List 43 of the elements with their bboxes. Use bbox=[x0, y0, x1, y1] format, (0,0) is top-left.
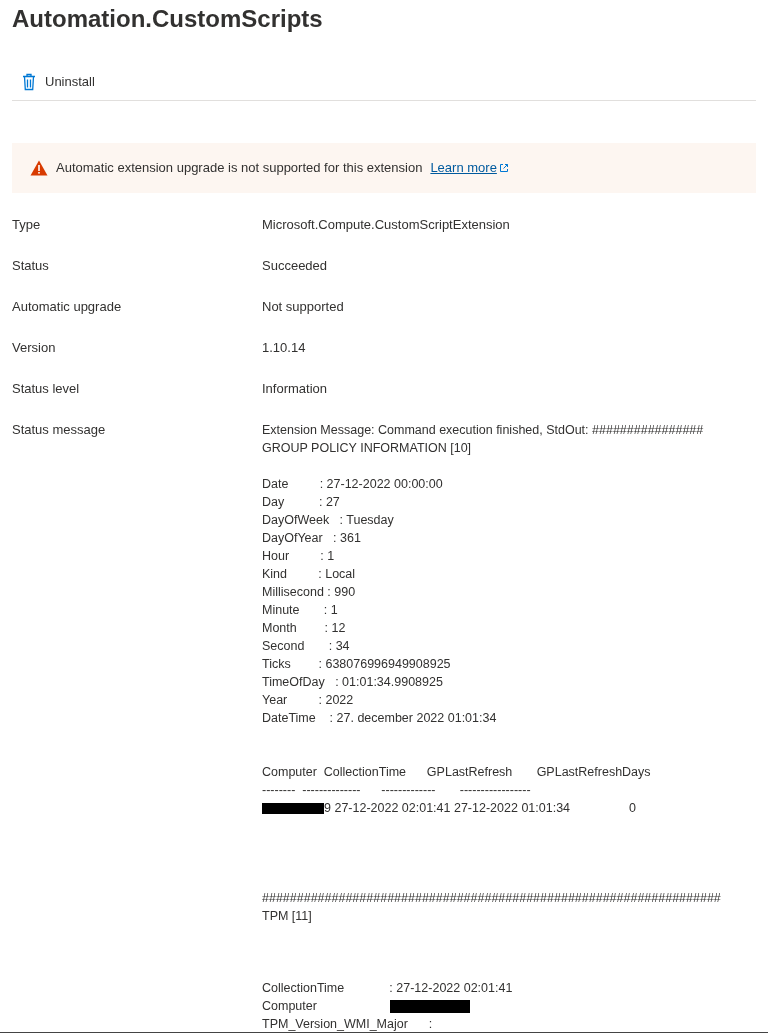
message-line: GROUP POLICY INFORMATION [10] bbox=[262, 440, 473, 457]
message-line: TPM [11] bbox=[262, 908, 313, 925]
message-line: Second : 34 bbox=[262, 638, 351, 655]
property-value: Succeeded bbox=[262, 257, 328, 275]
property-label: Status level bbox=[11, 380, 81, 398]
message-line: Ticks : 638076996949908925 bbox=[262, 656, 452, 673]
message-line: Computer bbox=[262, 998, 318, 1015]
redaction-bar bbox=[262, 802, 324, 814]
message-line: Day : 27 bbox=[262, 494, 341, 511]
property-label: Version bbox=[11, 339, 57, 357]
message-line: CollectionTime : 27-12-2022 02:01:41 bbox=[262, 980, 514, 997]
property-value: 1.10.14 bbox=[262, 339, 306, 357]
property-value: Information bbox=[262, 380, 328, 398]
message-line: ################################################################## bbox=[262, 890, 721, 907]
message-line: DateTime : 27. december 2022 01:01:34 bbox=[262, 710, 498, 727]
warning-message: Automatic extension upgrade is not supported for this extension bbox=[56, 159, 423, 178]
message-line: DayOfWeek : Tuesday bbox=[262, 512, 395, 529]
external-link-icon bbox=[498, 163, 509, 173]
property-label: Type bbox=[11, 216, 42, 234]
message-line: 9 27-12-2022 02:01:41 27-12-2022 01:01:34 0 bbox=[324, 800, 637, 817]
message-line: Computer CollectionTime GPLastRefresh GPLastRefreshDays bbox=[262, 764, 652, 781]
message-line: Month : 12 bbox=[262, 620, 347, 637]
message-line: Hour : 1 bbox=[262, 548, 336, 565]
message-line: TimeOfDay : 01:01:34.9908925 bbox=[262, 674, 444, 691]
message-line: Millisecond : 990 bbox=[262, 584, 357, 601]
message-line: DayOfYear : 361 bbox=[262, 530, 362, 547]
property-label: Automatic upgrade bbox=[11, 298, 123, 316]
message-line: Kind : Local bbox=[262, 566, 357, 583]
message-line: Date : 27-12-2022 00:00:00 bbox=[262, 476, 444, 493]
page-title: Automation.CustomScripts bbox=[11, 4, 324, 34]
message-line: Minute : 1 bbox=[262, 602, 339, 619]
warning-icon bbox=[30, 160, 48, 176]
uninstall-button[interactable]: Uninstall bbox=[12, 67, 105, 97]
message-line: TPM_Version_WMI_Major : bbox=[262, 1016, 434, 1032]
trash-icon bbox=[22, 73, 36, 91]
message-line: Year : 2022 bbox=[262, 692, 355, 709]
message-line: -------- -------------- ------------- ----------------- bbox=[262, 782, 532, 799]
property-label: Status bbox=[11, 257, 50, 275]
property-label: Status message bbox=[11, 421, 107, 439]
message-line: Extension Message: Command execution finished, StdOut: ################ bbox=[262, 422, 705, 439]
property-value: Not supported bbox=[262, 298, 344, 316]
learn-more-link[interactable]: Learn more bbox=[430, 158, 509, 178]
property-value: Microsoft.Compute.CustomScriptExtension bbox=[262, 216, 510, 234]
